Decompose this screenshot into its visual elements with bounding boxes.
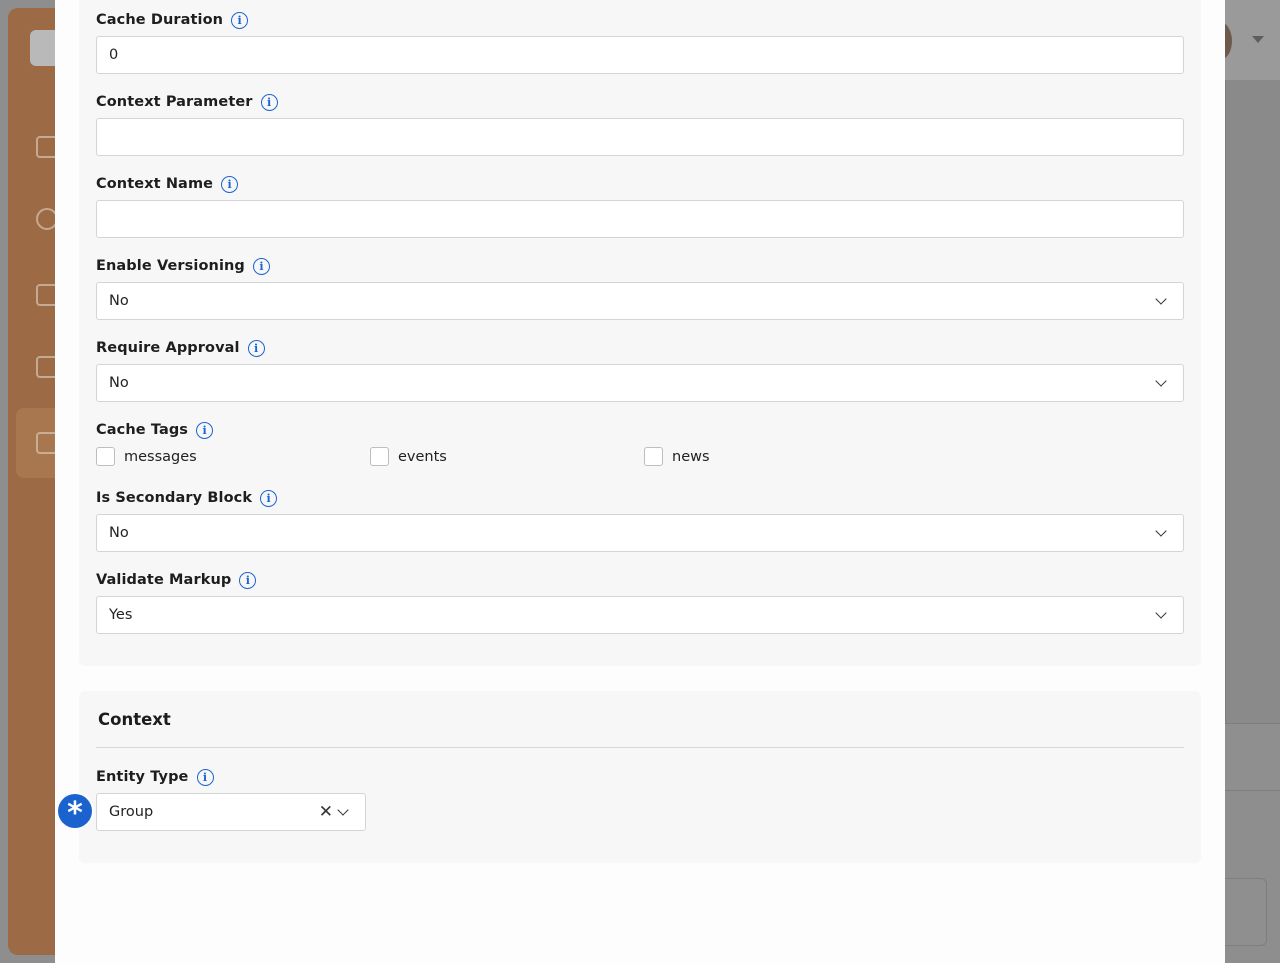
validate-markup-field: Validate Markup i Yes [96, 569, 1184, 634]
info-icon[interactable]: i [239, 571, 257, 589]
entity-type-select[interactable]: Group ✕ [96, 793, 366, 831]
context-parameter-label: Context Parameter [96, 94, 253, 110]
entity-type-label: Entity Type [96, 769, 189, 785]
cache-duration-label: Cache Duration [96, 12, 224, 28]
cache-tag-events[interactable]: events [370, 447, 644, 466]
context-section-title: Context [98, 710, 171, 729]
require-approval-field: Require Approval i No [96, 337, 1184, 402]
is-secondary-block-value: No [109, 525, 129, 541]
entity-type-value: Group [109, 804, 154, 820]
enable-versioning-label: Enable Versioning [96, 258, 245, 274]
checkbox-label: news [672, 448, 710, 465]
user-menu-caret-icon [1252, 36, 1264, 43]
chevron-down-icon [1155, 375, 1167, 387]
checkbox[interactable] [370, 447, 389, 466]
chevron-down-icon [1155, 607, 1167, 619]
cache-duration-field: Cache Duration i 0 [96, 9, 1184, 74]
cache-tags-field: Cache Tags i messages events news [96, 419, 1184, 466]
background-panel-box [1225, 878, 1267, 946]
require-approval-label: Require Approval [96, 340, 240, 356]
cache-tag-news[interactable]: news [644, 447, 918, 466]
info-icon[interactable]: i [247, 339, 265, 357]
cache-duration-input[interactable]: 0 [96, 36, 1184, 74]
enable-versioning-value: No [109, 293, 129, 309]
clear-icon[interactable]: ✕ [319, 794, 333, 830]
chevron-down-icon [1155, 525, 1167, 537]
context-name-field: Context Name i [96, 173, 1184, 238]
info-icon[interactable]: i [260, 489, 278, 507]
info-icon[interactable]: i [196, 768, 214, 786]
cache-tags-label: Cache Tags [96, 422, 189, 438]
enable-versioning-select[interactable]: No [96, 282, 1184, 320]
section-divider [96, 747, 1184, 748]
is-secondary-block-select[interactable]: No [96, 514, 1184, 552]
checkbox-label: events [398, 448, 447, 465]
context-name-label: Context Name [96, 176, 214, 192]
background-panel [1225, 80, 1280, 723]
validate-markup-select[interactable]: Yes [96, 596, 1184, 634]
entity-type-field: Entity Type i [96, 766, 1184, 788]
checkbox[interactable] [644, 447, 663, 466]
require-approval-value: No [109, 375, 129, 391]
validate-markup-label: Validate Markup [96, 572, 232, 588]
cache-tag-messages[interactable]: messages [96, 447, 370, 466]
checkbox[interactable] [96, 447, 115, 466]
required-asterisk-icon: * [58, 794, 92, 831]
is-secondary-block-label: Is Secondary Block [96, 490, 253, 506]
context-parameter-field: Context Parameter i [96, 91, 1184, 156]
cache-tags-checkbox-group: messages events news [96, 447, 1184, 466]
checkbox-label: messages [124, 448, 197, 465]
validate-markup-value: Yes [109, 607, 133, 623]
context-parameter-input[interactable] [96, 118, 1184, 156]
background-panel-row [1225, 723, 1280, 791]
chevron-down-icon [1155, 293, 1167, 305]
chevron-down-icon [337, 804, 349, 816]
require-approval-select[interactable]: No [96, 364, 1184, 402]
info-icon[interactable]: i [196, 421, 214, 439]
is-secondary-block-field: Is Secondary Block i No [96, 487, 1184, 552]
info-icon[interactable]: i [260, 93, 278, 111]
context-name-input[interactable] [96, 200, 1184, 238]
info-icon[interactable]: i [231, 11, 249, 29]
enable-versioning-field: Enable Versioning i No [96, 255, 1184, 320]
info-icon[interactable]: i [221, 175, 239, 193]
info-icon[interactable]: i [252, 257, 270, 275]
block-settings-modal: Cache Duration i 0 Context Parameter i C… [55, 0, 1225, 963]
